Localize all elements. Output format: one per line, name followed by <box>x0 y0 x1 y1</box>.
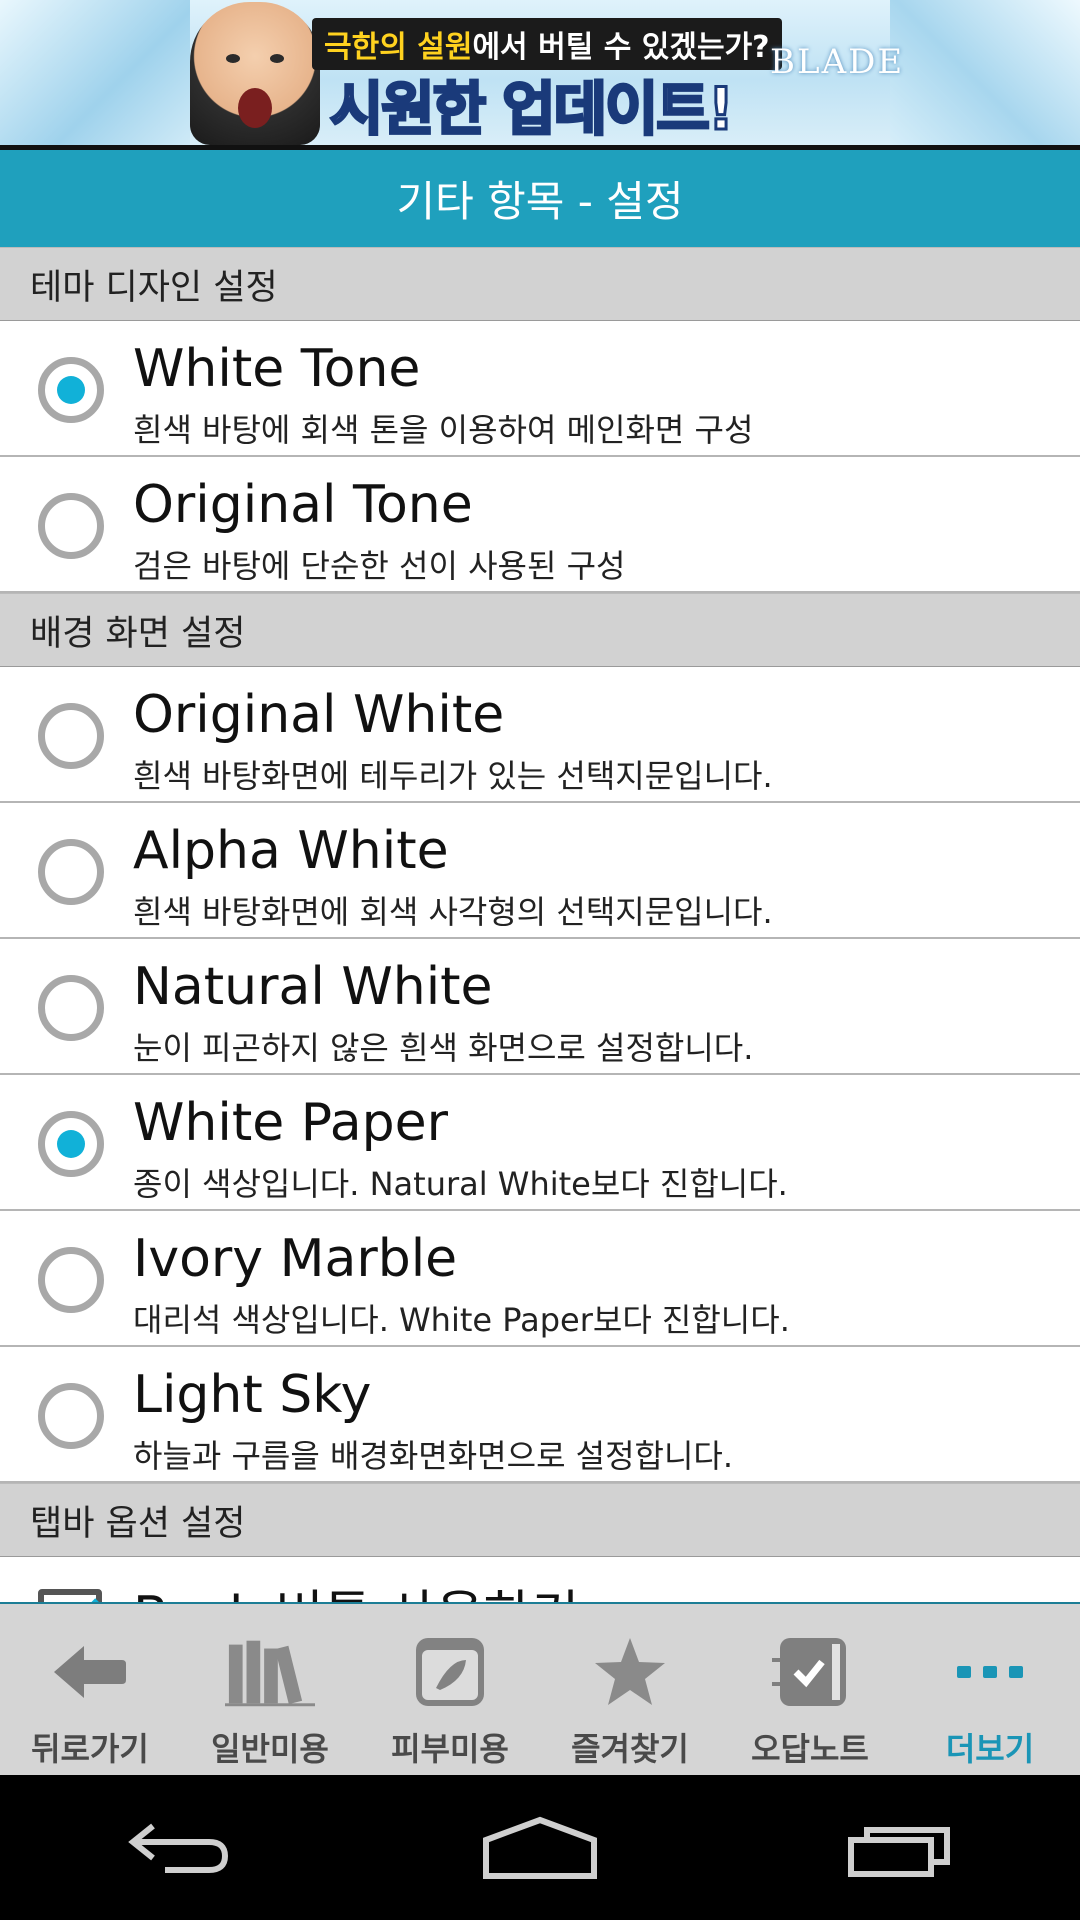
recent-apps-icon <box>848 1826 950 1877</box>
option-title: White Tone <box>133 339 421 399</box>
page-title: 기타 항목 - 설정 <box>396 177 684 226</box>
radio-selected-dot <box>57 376 85 404</box>
option-description: 흰색 바탕화면에 회색 사각형의 선택지문입니다. <box>133 893 773 931</box>
tab-label: 일반미용 <box>211 1730 329 1768</box>
option-natural-white[interactable]: Natural White 눈이 피곤하지 않은 흰색 화면으로 설정합니다. <box>0 939 1080 1075</box>
tab-label: 즐겨찾기 <box>571 1730 689 1768</box>
ad-headline-main: 시원한 업데이트! <box>328 74 735 145</box>
ad-brand-logo: BLADE <box>770 42 905 82</box>
option-use-back-button[interactable]: Back 버튼 사용하기 <box>0 1557 1080 1602</box>
tab-more[interactable]: 더보기 <box>900 1604 1080 1775</box>
radio-button-selected[interactable] <box>38 1111 104 1177</box>
option-title: Original Tone <box>133 475 473 535</box>
option-description: 검은 바탕에 단순한 선이 사용된 구성 <box>133 547 626 585</box>
section-header-tabbar: 탭바 옵션 설정 <box>0 1483 1080 1557</box>
ad-headline-highlight: 극한의 설원 <box>324 30 473 65</box>
option-description: 대리석 색상입니다. White Paper보다 진합니다. <box>133 1301 790 1339</box>
option-title: Back 버튼 사용하기 <box>133 1573 579 1602</box>
radio-button[interactable] <box>38 1383 104 1449</box>
option-title: Original White <box>133 685 505 745</box>
ad-ice-right-decoration <box>890 0 1080 145</box>
section-header-background: 배경 화면 설정 <box>0 593 1080 667</box>
radio-button[interactable] <box>38 493 104 559</box>
tab-label: 더보기 <box>945 1730 1035 1768</box>
system-navigation-bar <box>0 1775 1080 1920</box>
ad-ice-left-decoration <box>0 0 190 145</box>
notebook-leaf-icon <box>405 1632 495 1712</box>
tab-skin-beauty[interactable]: 피부미용 <box>360 1604 540 1775</box>
radio-button[interactable] <box>38 839 104 905</box>
tab-favorites[interactable]: 즐겨찾기 <box>540 1604 720 1775</box>
bottom-tab-bar: 뒤로가기 일반미용 피부미용 즐겨찾기 오답노트 더보기 <box>0 1602 1080 1775</box>
tab-label: 오답노트 <box>751 1730 869 1768</box>
ad-headline-rest: 에서 버틸 수 있겠는가? <box>472 30 770 65</box>
checklist-note-icon <box>765 1632 855 1712</box>
option-title: Light Sky <box>133 1365 372 1425</box>
tab-label: 피부미용 <box>391 1730 509 1768</box>
books-icon <box>225 1632 315 1712</box>
back-arrow-icon <box>45 1632 135 1712</box>
option-original-white[interactable]: Original White 흰색 바탕화면에 테두리가 있는 선택지문입니다. <box>0 667 1080 803</box>
ad-banner[interactable]: 극한의 설원에서 버틸 수 있겠는가? 시원한 업데이트! BLADE <box>0 0 1080 145</box>
more-dots-icon <box>945 1632 1035 1712</box>
radio-button[interactable] <box>38 975 104 1041</box>
option-alpha-white[interactable]: Alpha White 흰색 바탕화면에 회색 사각형의 선택지문입니다. <box>0 803 1080 939</box>
option-description: 흰색 바탕화면에 테두리가 있는 선택지문입니다. <box>133 757 773 795</box>
option-title: Natural White <box>133 957 493 1017</box>
option-title: Alpha White <box>133 821 449 881</box>
option-light-sky[interactable]: Light Sky 하늘과 구름을 배경화면화면으로 설정합니다. <box>0 1347 1080 1483</box>
radio-button[interactable] <box>38 703 104 769</box>
star-icon <box>585 1632 675 1712</box>
option-white-paper[interactable]: White Paper 종이 색상입니다. Natural White보다 진합… <box>0 1075 1080 1211</box>
tab-wrong-answer-note[interactable]: 오답노트 <box>720 1604 900 1775</box>
option-title: Ivory Marble <box>133 1229 458 1289</box>
option-description: 종이 색상입니다. Natural White보다 진합니다. <box>133 1165 788 1203</box>
home-icon <box>483 1816 597 1879</box>
system-home-button[interactable] <box>470 1808 610 1888</box>
tab-label: 뒤로가기 <box>31 1730 149 1768</box>
option-white-tone[interactable]: White Tone 흰색 바탕에 회색 톤을 이용하여 메인화면 구성 <box>0 321 1080 457</box>
page-title-bar: 기타 항목 - 설정 <box>0 145 1080 247</box>
section-title: 배경 화면 설정 <box>30 613 246 654</box>
system-back-button[interactable] <box>110 1808 250 1888</box>
section-title: 테마 디자인 설정 <box>30 267 278 308</box>
ad-character-image <box>190 2 320 145</box>
settings-list[interactable]: 테마 디자인 설정 White Tone 흰색 바탕에 회색 톤을 이용하여 메… <box>0 247 1080 1602</box>
section-header-theme: 테마 디자인 설정 <box>0 247 1080 321</box>
option-title: White Paper <box>133 1093 448 1153</box>
option-ivory-marble[interactable]: Ivory Marble 대리석 색상입니다. White Paper보다 진합… <box>0 1211 1080 1347</box>
section-title: 탭바 옵션 설정 <box>30 1503 246 1544</box>
back-icon <box>128 1823 229 1873</box>
option-original-tone[interactable]: Original Tone 검은 바탕에 단순한 선이 사용된 구성 <box>0 457 1080 593</box>
option-description: 하늘과 구름을 배경화면화면으로 설정합니다. <box>133 1437 734 1475</box>
system-recent-apps-button[interactable] <box>830 1808 970 1888</box>
checkbox-checked[interactable] <box>38 1589 102 1602</box>
tab-back[interactable]: 뒤로가기 <box>0 1604 180 1775</box>
radio-selected-dot <box>57 1130 85 1158</box>
radio-button-selected[interactable] <box>38 357 104 423</box>
radio-button[interactable] <box>38 1247 104 1313</box>
tab-general-beauty[interactable]: 일반미용 <box>180 1604 360 1775</box>
option-description: 흰색 바탕에 회색 톤을 이용하여 메인화면 구성 <box>133 411 754 449</box>
option-description: 눈이 피곤하지 않은 흰색 화면으로 설정합니다. <box>133 1029 754 1067</box>
